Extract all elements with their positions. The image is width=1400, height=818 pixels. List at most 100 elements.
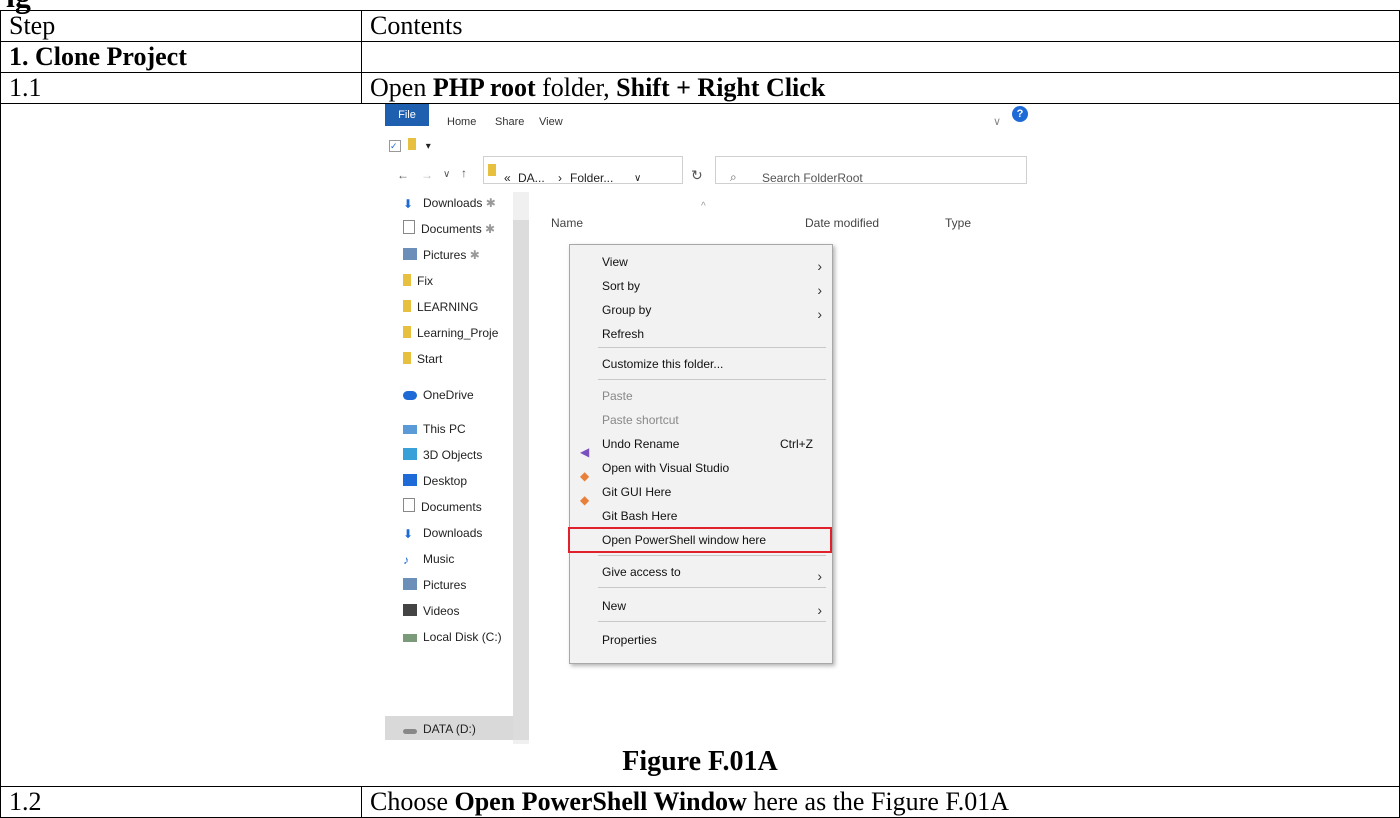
menu-separator [598,555,826,556]
nav-item-music[interactable]: ♪ Music [403,548,454,570]
drive-icon [403,729,417,734]
menu-item-git-gui[interactable]: Git GUI Here [602,481,671,503]
nav-item-data-d[interactable]: DATA (D:) [403,718,476,740]
menu-item-sort-by[interactable]: Sort by [602,275,640,297]
nav-item-fix[interactable]: Fix [403,270,433,292]
address-segment[interactable]: Folder... [570,163,613,193]
navigation-pane: ⬇ Downloads ✱ Documents ✱ Pictures ✱ Fix … [385,192,533,744]
menu-item-view[interactable]: View [602,251,628,273]
nav-label: Start [417,352,443,366]
menu-label: New [602,599,627,613]
nav-item-pictures[interactable]: Pictures ✱ [403,244,480,266]
ribbon: File Home Share View ∨ ? [385,104,1035,128]
nav-label: Fix [417,274,433,288]
search-box[interactable]: ⌕ Search FolderRoot [715,156,1027,185]
column-name[interactable]: Name [551,208,583,238]
step-text: Choose Open PowerShell Window here as th… [361,786,1400,818]
folder-icon [403,326,411,338]
menu-item-group-by[interactable]: Group by [602,299,651,321]
up-arrow-icon[interactable]: ↑ [461,158,467,188]
document-icon [403,220,415,234]
forward-arrow-icon[interactable]: → [421,160,433,190]
recent-dropdown-icon[interactable]: ∨ [443,160,450,190]
ribbon-expand-icon[interactable]: ∨ [993,107,1001,137]
scrollbar-thumb[interactable] [513,220,529,740]
back-arrow-icon[interactable]: ← [397,160,409,190]
nav-label: Documents [421,222,482,236]
drive-icon [403,634,417,642]
menu-item-properties[interactable]: Properties [602,629,657,651]
menu-item-customize-folder[interactable]: Customize this folder... [602,353,723,375]
nav-label: DATA (D:) [423,722,476,736]
nav-item-learning[interactable]: LEARNING [403,296,478,318]
folder-icon [403,274,411,286]
nav-item-this-pc[interactable]: This PC [403,418,466,440]
film-icon [403,604,417,616]
refresh-icon[interactable]: ↻ [691,160,703,190]
music-icon: ♪ [403,553,409,567]
nav-item-3d-objects[interactable]: 3D Objects [403,444,482,466]
nav-label: Local Disk (C:) [423,630,502,644]
folder-icon[interactable] [408,138,417,150]
menu-item-new[interactable]: New [602,595,626,617]
step-row-1-1: 1.1 Open PHP root folder, Shift + Right … [0,72,1400,104]
nav-item-videos[interactable]: Videos [403,600,459,622]
figure-caption: Figure F.01A [622,746,778,777]
menu-item-give-access[interactable]: Give access to [602,561,681,583]
nav-item-pictures-pc[interactable]: Pictures [403,574,466,596]
section-row: 1. Clone Project [0,41,1400,73]
nav-scrollbar[interactable] [513,192,529,744]
address-row: ← → ∨ ↑ « DA... › Folder... ∨ ↻ ⌕ Search… [385,152,1035,186]
folder-icon [488,164,496,176]
pictures-icon [403,248,417,260]
folder-icon [403,352,411,364]
explorer-screenshot: File Home Share View ∨ ? ✓ ▾ ← → ∨ ↑ « D… [385,104,1035,744]
nav-item-documents-pc[interactable]: Documents [403,496,482,518]
tab-view[interactable]: View [539,107,563,137]
address-dropdown-icon[interactable]: ∨ [634,164,641,194]
menu-separator [598,379,826,380]
nav-item-local-disk[interactable]: Local Disk (C:) [403,626,502,648]
nav-label: OneDrive [423,388,474,402]
nav-item-documents[interactable]: Documents ✱ [403,218,495,240]
search-icon: ⌕ [730,170,737,184]
nav-item-onedrive[interactable]: OneDrive [403,384,474,406]
column-date-modified[interactable]: Date modified [805,208,879,238]
nav-item-downloads-pc[interactable]: ⬇ Downloads [403,522,482,544]
menu-item-git-bash[interactable]: Git Bash Here [602,505,677,527]
tab-home[interactable]: Home [447,107,476,137]
nav-label: Videos [423,604,460,618]
menu-item-refresh[interactable]: Refresh [602,323,644,345]
help-icon[interactable]: ? [1012,106,1028,122]
search-placeholder: Search FolderRoot [762,171,863,185]
menu-item-undo-rename[interactable]: Undo Rename [602,433,679,455]
nav-label: Pictures [423,248,467,262]
menu-separator [598,347,826,348]
qat-dropdown-icon[interactable]: ▾ [426,141,431,152]
download-icon: ⬇ [403,527,414,541]
nav-item-learning-proje[interactable]: Learning_Proje [403,322,498,344]
step-row-1-2: 1.2 Choose Open PowerShell Window here a… [0,786,1400,818]
menu-item-open-visual-studio[interactable]: Open with Visual Studio [602,457,729,479]
pin-icon: ✱ [481,222,496,236]
menu-label: Paste shortcut [602,413,679,427]
checkbox-icon[interactable]: ✓ [389,140,401,152]
menu-label: Git Bash Here [602,509,678,523]
tab-file[interactable]: File [385,104,429,126]
nav-label: Documents [421,500,482,514]
nav-item-desktop[interactable]: Desktop [403,470,467,492]
pin-icon: ✱ [466,248,480,262]
nav-item-start[interactable]: Start [403,348,442,370]
address-overflow[interactable]: « [504,163,511,193]
column-type[interactable]: Type [945,208,971,238]
figure-row: File Home Share View ∨ ? ✓ ▾ ← → ∨ ↑ « D… [0,103,1400,787]
menu-label: Paste [602,389,633,403]
nav-item-downloads[interactable]: ⬇ Downloads ✱ [403,192,496,214]
step-text-bold: Shift + Right Click [616,73,826,102]
tab-share[interactable]: Share [495,107,524,137]
address-bar[interactable]: « DA... › Folder... ∨ [483,156,683,185]
address-segment[interactable]: DA... [518,163,545,193]
menu-separator [598,587,826,588]
step-text-part: Choose [370,787,455,816]
highlight-box [568,527,832,553]
